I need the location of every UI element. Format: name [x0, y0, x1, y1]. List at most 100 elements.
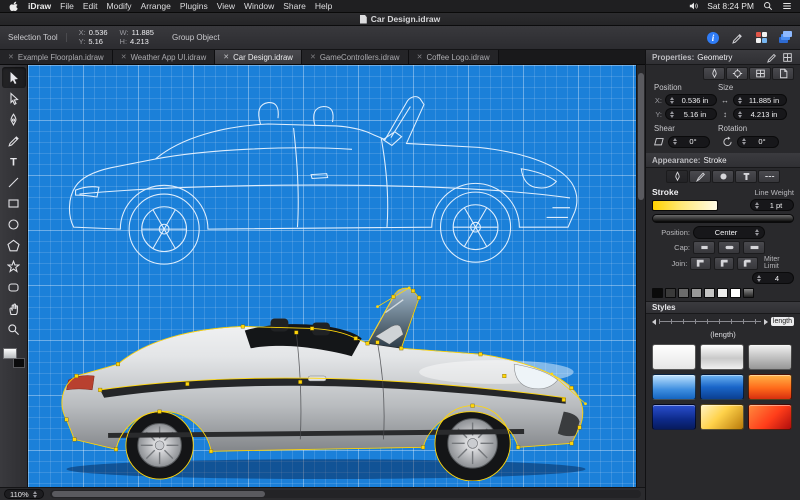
stroke-style-preview[interactable]: [652, 214, 794, 223]
style-length-slider[interactable]: length: [646, 314, 800, 329]
color-swatch[interactable]: [730, 288, 741, 298]
close-icon[interactable]: ✕: [8, 54, 14, 61]
canvas[interactable]: [28, 65, 636, 487]
panel-edit-icon[interactable]: [765, 51, 778, 64]
hand-tool[interactable]: [2, 298, 26, 319]
miter-limit-field[interactable]: 4: [752, 272, 794, 284]
stepper-icon[interactable]: [754, 201, 760, 210]
app-menu[interactable]: iDraw: [28, 1, 51, 11]
line-weight-field[interactable]: 1 pt: [750, 199, 794, 211]
menu-window[interactable]: Window: [244, 1, 274, 11]
slider-left-arrow-icon[interactable]: [652, 319, 656, 325]
height-field[interactable]: 4.213 in: [733, 108, 787, 120]
rectangle-tool[interactable]: [2, 193, 26, 214]
style-swatch[interactable]: [700, 344, 744, 370]
rotation-field[interactable]: 0°: [737, 136, 779, 148]
volume-icon[interactable]: [688, 1, 699, 12]
tab-car-design[interactable]: ✕ Car Design.idraw: [215, 50, 302, 64]
polygon-tool[interactable]: [2, 235, 26, 256]
stepper-icon[interactable]: [669, 110, 675, 119]
star-tool[interactable]: [2, 256, 26, 277]
line-tool[interactable]: [2, 172, 26, 193]
stroke-tool-segment[interactable]: [703, 67, 725, 80]
menu-view[interactable]: View: [217, 1, 235, 11]
color-well[interactable]: [3, 348, 25, 368]
selection-tool[interactable]: [2, 67, 26, 88]
stepper-icon[interactable]: [741, 137, 747, 146]
menubar-clock[interactable]: Sat 8:24 PM: [707, 1, 754, 11]
style-swatch[interactable]: [748, 404, 792, 430]
anchor-tool-segment[interactable]: [726, 67, 748, 80]
cap-round-segment[interactable]: [718, 241, 740, 254]
color-swatch[interactable]: [743, 288, 754, 298]
color-swatch[interactable]: [678, 288, 689, 298]
zoom-control[interactable]: 110%: [4, 489, 44, 499]
style-swatch[interactable]: [652, 344, 696, 370]
join-bevel-segment[interactable]: [737, 257, 758, 270]
menu-arrange[interactable]: Arrange: [141, 1, 171, 11]
titlebar[interactable]: Car Design.idraw: [0, 13, 800, 26]
wireframe-car-drawing[interactable]: [60, 81, 605, 276]
text-tool[interactable]: T: [2, 151, 26, 172]
color-swatch[interactable]: [691, 288, 702, 298]
tab-weather-app-ui[interactable]: ✕ Weather App UI.idraw: [113, 50, 216, 64]
style-swatch[interactable]: [748, 374, 792, 400]
shear-field[interactable]: 0°: [668, 136, 710, 148]
menu-file[interactable]: File: [60, 1, 74, 11]
slider-right-arrow-icon[interactable]: [764, 319, 768, 325]
layers-icon[interactable]: [778, 31, 792, 45]
style-swatch[interactable]: [700, 374, 744, 400]
stepper-icon[interactable]: [669, 96, 675, 105]
vertical-scrollbar-thumb[interactable]: [638, 73, 644, 200]
menu-plugins[interactable]: Plugins: [180, 1, 208, 11]
fill-segment[interactable]: [712, 170, 734, 183]
text-style-segment[interactable]: T: [735, 170, 757, 183]
stepper-icon[interactable]: [672, 137, 678, 146]
x-position-field[interactable]: 0.536 in: [665, 94, 717, 106]
menu-share[interactable]: Share: [283, 1, 306, 11]
edit-icon[interactable]: [730, 31, 744, 45]
stroke-position-dropdown[interactable]: Center: [693, 226, 765, 239]
style-swatch[interactable]: [652, 404, 696, 430]
cap-square-segment[interactable]: [743, 241, 765, 254]
info-icon[interactable]: i: [706, 31, 720, 45]
zoom-tool[interactable]: [2, 319, 26, 340]
y-position-field[interactable]: 5.16 in: [665, 108, 717, 120]
foreground-color-swatch[interactable]: [3, 348, 17, 359]
width-field[interactable]: 11.885 in: [733, 94, 787, 106]
rendered-car-drawing[interactable]: [48, 273, 604, 481]
tab-gamecontrollers[interactable]: ✕ GameControllers.idraw: [302, 50, 409, 64]
color-swatch[interactable]: [717, 288, 728, 298]
properties-header[interactable]: Properties: Geometry: [646, 50, 800, 65]
style-swatch[interactable]: [700, 404, 744, 430]
vertical-scrollbar[interactable]: [636, 65, 645, 487]
panel-options-icon[interactable]: [781, 51, 794, 64]
apple-icon[interactable]: [8, 1, 19, 12]
close-icon[interactable]: ✕: [223, 54, 229, 61]
pencil-tool[interactable]: [2, 130, 26, 151]
stepper-icon[interactable]: [737, 96, 743, 105]
cap-butt-segment[interactable]: [693, 241, 715, 254]
stepper-icon[interactable]: [756, 274, 762, 283]
style-swatch[interactable]: [652, 374, 696, 400]
join-round-segment[interactable]: [714, 257, 735, 270]
menu-list-icon[interactable]: [781, 1, 792, 12]
ellipse-tool[interactable]: [2, 214, 26, 235]
join-miter-segment[interactable]: [690, 257, 711, 270]
grid-icon[interactable]: [754, 31, 768, 45]
zoom-stepper-icon[interactable]: [32, 490, 38, 499]
close-icon[interactable]: ✕: [417, 54, 423, 61]
color-swatch[interactable]: [665, 288, 676, 298]
color-swatch[interactable]: [652, 288, 663, 298]
close-icon[interactable]: ✕: [310, 54, 316, 61]
style-swatch[interactable]: [748, 344, 792, 370]
grid-tool-segment[interactable]: [749, 67, 771, 80]
search-icon[interactable]: [762, 1, 773, 12]
horizontal-scrollbar[interactable]: [50, 490, 641, 498]
document-tool-segment[interactable]: [772, 67, 794, 80]
menu-edit[interactable]: Edit: [83, 1, 98, 11]
menu-help[interactable]: Help: [315, 1, 332, 11]
dash-segment[interactable]: [758, 170, 780, 183]
stepper-icon[interactable]: [737, 110, 743, 119]
color-swatch[interactable]: [704, 288, 715, 298]
